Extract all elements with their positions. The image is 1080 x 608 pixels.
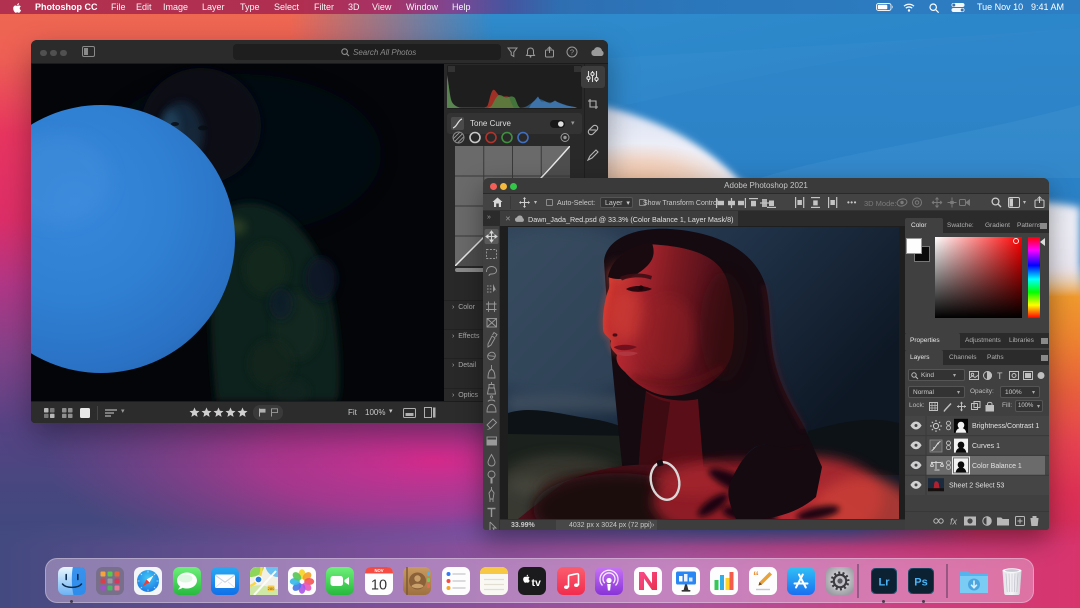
svg-text:?: ? xyxy=(570,48,574,57)
svg-text:Curves 1: Curves 1 xyxy=(972,443,1000,450)
svg-text:Sheet 2 Select 53: Sheet 2 Select 53 xyxy=(949,483,1004,490)
svg-text:Color Balance 1: Color Balance 1 xyxy=(972,463,1022,470)
svg-text:Brightness/Contrast 1: Brightness/Contrast 1 xyxy=(972,423,1039,430)
svg-text:T: T xyxy=(997,371,1003,381)
svg-text:fx: fx xyxy=(950,517,958,527)
